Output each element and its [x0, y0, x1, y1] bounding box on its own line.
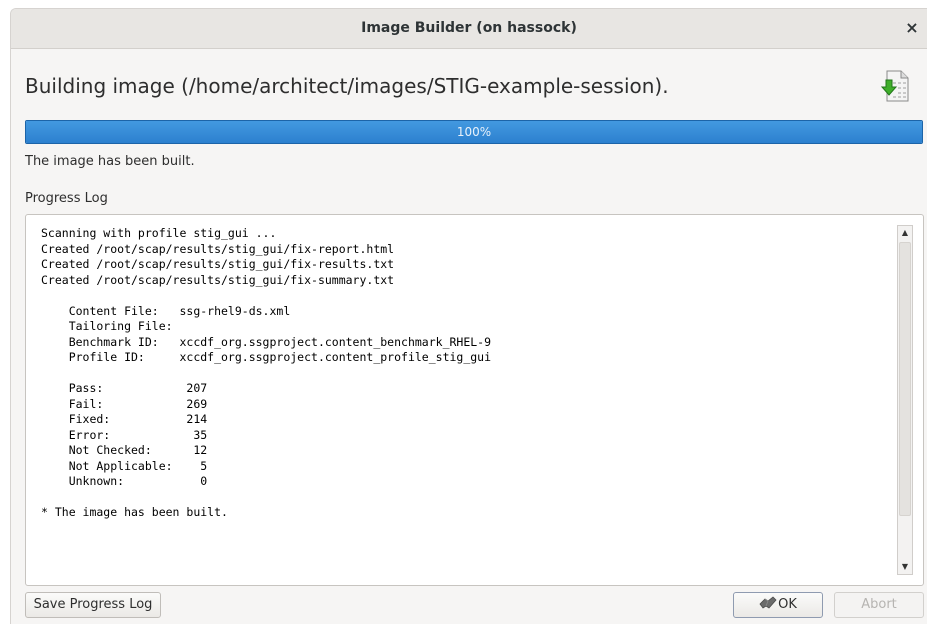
window-title: Image Builder (on hassock) — [361, 20, 577, 36]
scroll-up-arrow-icon[interactable]: ▲ — [898, 226, 912, 240]
ok-button-label: OK — [778, 597, 797, 612]
status-message: The image has been built. — [25, 154, 195, 169]
progress-log-text: Scanning with profile stig_gui ... Creat… — [41, 226, 492, 519]
build-progress-bar: 100% — [25, 120, 923, 144]
progress-log-view[interactable]: Scanning with profile stig_gui ... Creat… — [25, 214, 924, 586]
document-download-icon — [881, 70, 909, 102]
ok-icon — [759, 596, 777, 609]
abort-button[interactable]: Abort — [834, 592, 924, 618]
close-button[interactable]: × — [903, 19, 921, 37]
page-heading: Building image (/home/architect/images/S… — [25, 74, 669, 98]
scroll-down-arrow-icon[interactable]: ▼ — [898, 560, 912, 574]
progress-label: 100% — [456, 125, 492, 139]
scrollbar-thumb[interactable] — [899, 242, 911, 516]
progress-log-label: Progress Log — [25, 191, 108, 206]
save-progress-log-button[interactable]: Save Progress Log — [25, 592, 161, 618]
title-bar: Image Builder (on hassock) × — [11, 9, 927, 49]
image-builder-dialog: Image Builder (on hassock) × Building im… — [10, 8, 927, 624]
ok-button[interactable]: OK — [733, 592, 823, 618]
log-scrollbar[interactable]: ▲ ▼ — [897, 225, 913, 575]
